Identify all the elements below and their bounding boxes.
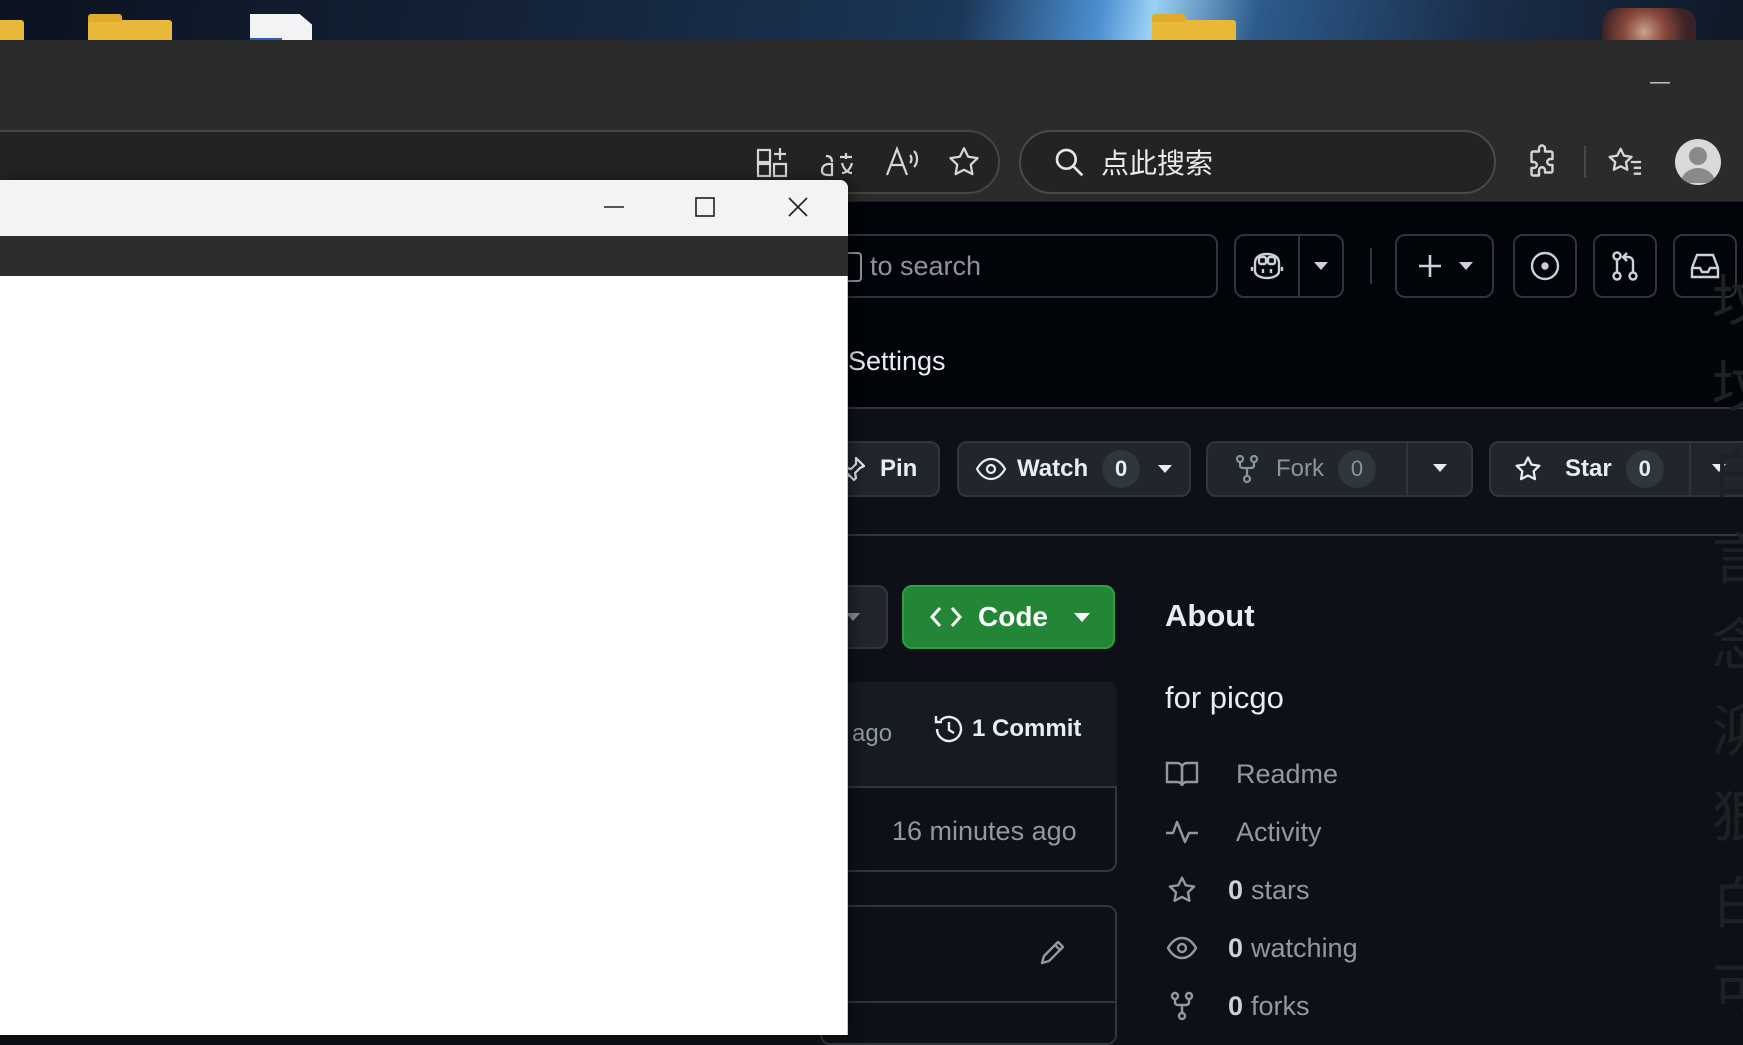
star-count: 0 <box>1625 450 1664 488</box>
chevron-down-icon <box>846 613 860 621</box>
about-heading: About <box>1165 598 1255 633</box>
watch-dropdown-icon <box>1158 465 1173 473</box>
fork-label: Fork <box>1276 455 1324 482</box>
watch-count: 0 <box>1102 450 1141 488</box>
desktop-folder-icon[interactable] <box>88 14 172 40</box>
fork-icon <box>1162 986 1202 1026</box>
read-aloud-icon[interactable] <box>880 140 924 184</box>
favorite-star-icon[interactable] <box>942 140 986 184</box>
book-icon <box>1162 754 1202 794</box>
create-new-button[interactable] <box>1395 234 1494 298</box>
star-button[interactable]: Star 0 <box>1489 441 1743 497</box>
browser-profile-avatar[interactable] <box>1675 139 1721 185</box>
watch-label: Watch <box>1017 455 1089 482</box>
issue-opened-icon <box>1529 250 1561 282</box>
pin-label: Pin <box>880 455 918 482</box>
desktop-folder-icon[interactable] <box>0 20 24 40</box>
blank-app-window[interactable] <box>0 180 848 1035</box>
window-maximize-button[interactable] <box>675 185 735 229</box>
extensions-puzzle-icon[interactable] <box>1520 140 1564 184</box>
latest-commit-bar: ago 1 Commit <box>820 682 1117 788</box>
desktop-folder-icon[interactable] <box>1152 14 1236 40</box>
pulse-icon <box>1162 812 1202 852</box>
toolbar-separator <box>1584 146 1586 178</box>
stars-link[interactable]: 0 stars <box>1162 870 1310 910</box>
tab-settings[interactable]: Settings <box>848 346 946 377</box>
split-screen-icon[interactable] <box>750 140 794 184</box>
search-icon <box>1053 146 1085 178</box>
desktop-game-icon[interactable] <box>1602 8 1696 40</box>
star-icon <box>1162 870 1202 910</box>
copilot-button[interactable] <box>1234 234 1344 298</box>
file-updated-time: 16 minutes ago <box>892 816 1077 846</box>
readme-link[interactable]: Readme <box>1162 754 1338 794</box>
star-label: Star <box>1565 455 1612 482</box>
browser-minimize-button[interactable]: — <box>1640 62 1680 102</box>
browser-titlebar <box>0 40 1743 122</box>
commits-link[interactable]: 1 Commit <box>932 712 1081 746</box>
copilot-dropdown-icon[interactable] <box>1300 262 1342 270</box>
chevron-down-icon <box>1458 262 1473 270</box>
wallpaper-calligraphy: 坟坟白言念泖狠白可爱 <box>1712 270 1743 1023</box>
readme-divider <box>820 1001 1117 1003</box>
favorites-list-icon[interactable] <box>1603 140 1647 184</box>
activity-link[interactable]: Activity <box>1162 812 1322 852</box>
code-button[interactable]: Code <box>902 585 1115 649</box>
pull-request-icon <box>1610 250 1640 282</box>
plus-icon <box>1417 253 1443 279</box>
header-separator <box>1370 248 1372 284</box>
readme-box <box>820 905 1117 1045</box>
commit-time: ago <box>852 720 893 747</box>
window-close-button[interactable] <box>768 185 828 229</box>
code-icon <box>930 606 962 628</box>
fork-count: 0 <box>1338 450 1376 488</box>
browser-search-placeholder: 点此搜索 <box>1101 147 1214 180</box>
eye-icon <box>1162 928 1202 968</box>
code-label: Code <box>978 601 1048 632</box>
edit-pencil-icon[interactable] <box>1038 937 1068 967</box>
code-dropdown-icon <box>1074 612 1090 622</box>
browser-search-box[interactable]: 点此搜索 <box>1019 130 1496 194</box>
github-search-placeholder: to search <box>870 250 982 281</box>
star-icon <box>1513 454 1543 484</box>
fork-icon <box>1234 454 1260 484</box>
issues-button[interactable] <box>1513 234 1577 298</box>
fork-dropdown-icon[interactable] <box>1433 464 1447 472</box>
history-icon <box>932 712 966 746</box>
desktop-document-icon[interactable] <box>250 14 312 40</box>
repo-header-divider <box>846 534 1743 536</box>
eye-icon <box>975 457 1007 481</box>
window-minimize-button[interactable] <box>584 185 644 229</box>
copilot-icon <box>1236 251 1298 281</box>
forks-link[interactable]: 0 forks <box>1162 986 1310 1026</box>
window-dark-strip <box>0 236 848 276</box>
commit-count: 1 Commit <box>972 715 1082 742</box>
translate-icon[interactable] <box>815 140 859 184</box>
fork-button[interactable]: Fork 0 <box>1206 441 1473 497</box>
watch-button[interactable]: Watch 0 <box>957 441 1191 497</box>
pull-requests-button[interactable] <box>1593 234 1657 298</box>
watching-link[interactable]: 0 watching <box>1162 928 1358 968</box>
repo-description: for picgo <box>1165 680 1284 715</box>
desktop-wallpaper-strip <box>0 0 1743 40</box>
